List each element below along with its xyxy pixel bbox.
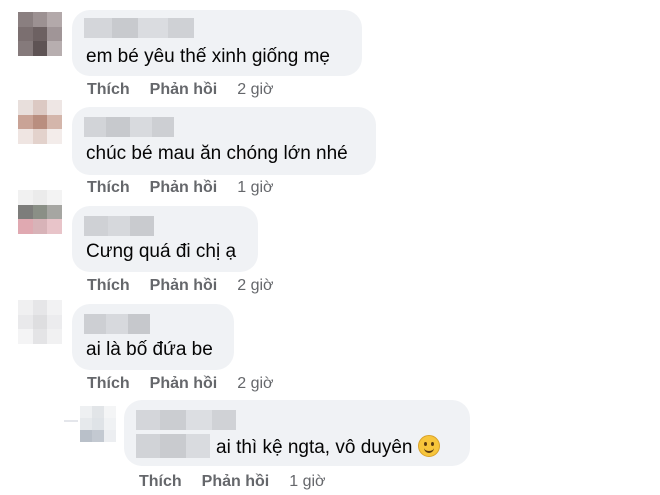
reply-actions: Thích Phản hồi 1 giờ: [139, 472, 326, 492]
reply-button[interactable]: Phản hồi: [150, 80, 218, 100]
comment-timestamp[interactable]: 2 giờ: [237, 374, 273, 394]
comment-timestamp[interactable]: 2 giờ: [237, 276, 273, 296]
comment-actions: Thích Phản hồi 2 giờ: [87, 374, 274, 394]
comment-text: Cưng quá đi chị ạ: [86, 241, 237, 262]
avatar[interactable]: [18, 12, 62, 56]
reply-text-line: ai thì kệ ngta, vô duyên: [216, 435, 441, 460]
slightly-smiling-face-icon: [418, 435, 441, 457]
author-name-blurred[interactable]: [84, 18, 194, 38]
like-button[interactable]: Thích: [87, 374, 130, 394]
author-name-blurred[interactable]: [84, 314, 150, 334]
avatar[interactable]: [18, 300, 62, 344]
comment-actions: Thích Phản hồi 2 giờ: [87, 276, 274, 296]
author-name-blurred[interactable]: [84, 117, 174, 137]
reply-text: ai thì kệ ngta, vô duyên: [216, 437, 413, 458]
reply-button[interactable]: Phản hồi: [150, 178, 218, 198]
comment-timestamp[interactable]: 2 giờ: [237, 80, 273, 100]
comment-text: ai là bố đứa be: [86, 339, 213, 360]
reply-timestamp[interactable]: 1 giờ: [289, 472, 325, 492]
comment-text: chúc bé mau ăn chóng lớn nhé: [86, 143, 348, 164]
reply-button[interactable]: Phản hồi: [150, 374, 218, 394]
author-name-blurred[interactable]: [84, 216, 154, 236]
reply-connector: [64, 420, 78, 422]
avatar[interactable]: [18, 190, 62, 234]
like-button[interactable]: Thích: [139, 472, 182, 492]
avatar[interactable]: [80, 406, 116, 442]
like-button[interactable]: Thích: [87, 276, 130, 296]
comment-actions: Thích Phản hồi 1 giờ: [87, 178, 274, 198]
avatar[interactable]: [18, 100, 62, 144]
mentioned-name-blurred[interactable]: [136, 434, 210, 458]
comment-timestamp[interactable]: 1 giờ: [237, 178, 273, 198]
reply-button[interactable]: Phản hồi: [150, 276, 218, 296]
like-button[interactable]: Thích: [87, 178, 130, 198]
comment-actions: Thích Phản hồi 2 giờ: [87, 80, 274, 100]
author-name-blurred[interactable]: [136, 410, 236, 430]
comment-text: em bé yêu thế xinh giống mẹ: [86, 46, 330, 67]
like-button[interactable]: Thích: [87, 80, 130, 100]
reply-button[interactable]: Phản hồi: [202, 472, 270, 492]
